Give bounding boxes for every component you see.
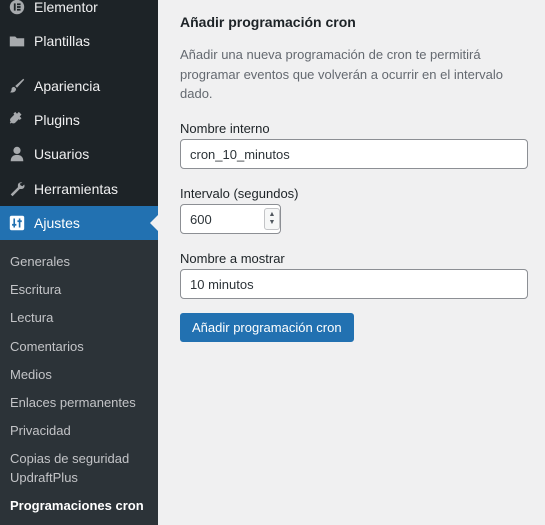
submenu-item-generales[interactable]: Generales [10,252,155,271]
plugin-icon [7,110,27,130]
folder-icon [7,31,27,51]
submenu-item-medios[interactable]: Medios [10,365,155,384]
user-icon [7,144,27,164]
menu-item-label: Ajustes [34,215,80,231]
display-name-input[interactable] [180,269,528,299]
form-description: Añadir una nueva programación de cron te… [180,47,504,101]
settings-sliders-icon [7,213,27,233]
wrench-icon [7,179,27,199]
paintbrush-icon [7,76,27,96]
internal-name-input[interactable] [180,139,528,169]
submenu-item-enlaces-permanentes[interactable]: Enlaces permanentes [10,393,155,412]
submenu-item-lectura[interactable]: Lectura [10,308,155,327]
internal-name-label: Nombre interno [180,121,270,136]
submenu-item-comentarios[interactable]: Comentarios [10,337,155,356]
menu-item-usuarios[interactable]: Usuarios [0,137,158,171]
number-spinner[interactable]: ▲ ▼ [264,208,280,230]
add-cron-schedule-button[interactable]: Añadir programación cron [180,313,354,342]
menu-item-herramientas[interactable]: Herramientas [0,172,158,206]
submenu-item-programaciones-cron[interactable]: Programaciones cron [10,496,155,515]
menu-item-label: Plantillas [34,33,91,49]
menu-item-label: Elementor [34,0,98,15]
menu-item-plugins[interactable]: Plugins [0,103,158,137]
form-title: Añadir programación cron [180,14,356,30]
interval-label: Intervalo (segundos) [180,186,299,201]
display-name-label: Nombre a mostrar [180,251,285,266]
menu-item-ajustes[interactable]: Ajustes [0,206,158,240]
settings-submenu: Generales Escritura Lectura Comentarios … [0,240,158,525]
menu-item-label: Apariencia [34,78,101,94]
menu-item-label: Usuarios [34,146,90,162]
menu-item-plantillas[interactable]: Plantillas [0,24,158,58]
submenu-item-copias-seguridad[interactable]: Copias de seguridad UpdraftPlus [10,449,140,487]
submenu-item-privacidad[interactable]: Privacidad [10,421,155,440]
submenu-item-escritura[interactable]: Escritura [10,280,155,299]
admin-sidebar: Elementor Plantillas Apariencia Plugins … [0,0,158,525]
chevron-up-icon[interactable]: ▲ [269,211,276,219]
interval-field[interactable]: ▲ ▼ [180,204,281,234]
menu-item-label: Herramientas [34,181,119,197]
interval-input[interactable] [181,211,262,227]
menu-item-label: Plugins [34,112,80,128]
chevron-down-icon[interactable]: ▼ [269,219,276,227]
menu-item-apariencia[interactable]: Apariencia [0,69,158,103]
active-menu-arrow [150,215,158,231]
elementor-icon [7,0,27,17]
menu-item-elementor[interactable]: Elementor [0,0,158,24]
